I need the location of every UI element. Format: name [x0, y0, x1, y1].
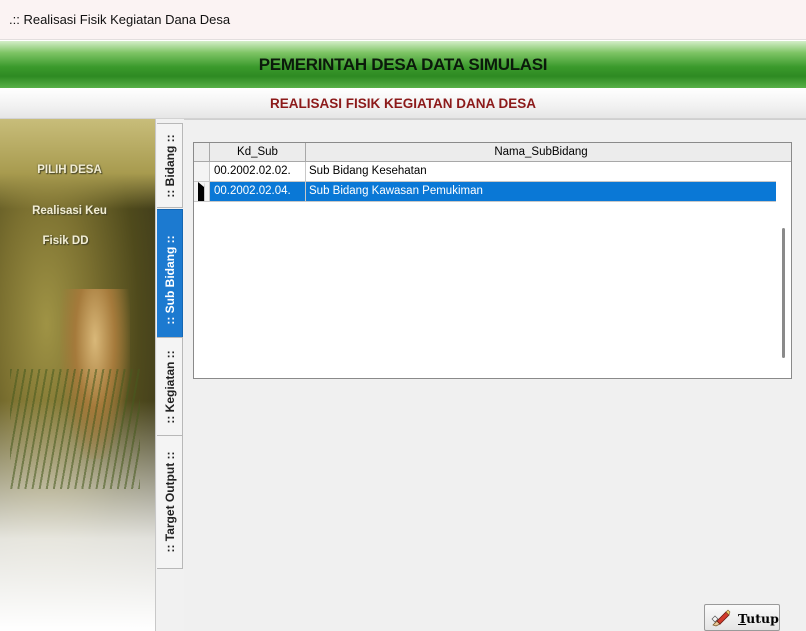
tab-target-output[interactable]: :: Target Output ::	[157, 435, 183, 569]
cell-kd-sub[interactable]: 00.2002.02.04.	[210, 182, 306, 201]
table-row-selected[interactable]: 00.2002.02.04. Sub Bidang Kawasan Pemuki…	[194, 182, 776, 202]
cell-kd-sub[interactable]: 00.2002.02.02.	[210, 162, 306, 181]
tab-bidang[interactable]: :: Bidang ::	[157, 123, 183, 208]
tab-kegiatan[interactable]: :: Kegiatan ::	[157, 337, 183, 437]
app-header: PEMERINTAH DESA DATA SIMULASI	[0, 41, 806, 88]
current-row-pointer-icon	[198, 182, 205, 201]
scrollbar-thumb[interactable]	[782, 228, 785, 358]
cell-nama-subbidang[interactable]: Sub Bidang Kesehatan	[306, 162, 776, 181]
tab-kegiatan-label: :: Kegiatan ::	[162, 350, 177, 424]
column-header-kd-sub[interactable]: Kd_Sub	[210, 143, 306, 161]
sidebar-panel: PILIH DESA Realisasi Keu Fisik DD	[0, 119, 155, 631]
page-title: PEMERINTAH DESA DATA SIMULASI	[258, 55, 548, 74]
tab-sub-bidang-label: :: Sub Bidang ::	[162, 234, 177, 325]
content-divider	[184, 119, 806, 120]
grid-vertical-scrollbar[interactable]	[777, 162, 790, 376]
window-titlebar: .:: Realisasi Fisik Kegiatan Dana Desa	[0, 0, 806, 40]
grid-header-indicator	[194, 143, 210, 161]
tab-target-output-label: :: Target Output ::	[162, 451, 177, 553]
close-button[interactable]: Tutup	[704, 604, 780, 631]
grid-header: Kd_Sub Nama_SubBidang	[194, 143, 791, 162]
content-area: Kd_Sub Nama_SubBidang 00.2002.02.02. Sub…	[184, 119, 806, 631]
column-header-nama-subbidang[interactable]: Nama_SubBidang	[306, 143, 776, 161]
row-indicator	[194, 182, 210, 201]
tab-sub-bidang[interactable]: :: Sub Bidang ::	[157, 209, 183, 350]
sidebar-item-pilih-desa[interactable]: PILIH DESA	[0, 164, 147, 176]
tab-bidang-label: :: Bidang ::	[162, 133, 177, 198]
page-subtitle: REALISASI FISIK KEGIATAN DANA DESA	[269, 96, 536, 111]
section-header: REALISASI FISIK KEGIATAN DANA DESA	[0, 88, 806, 119]
sidebar-image-crops	[10, 369, 140, 489]
row-indicator	[194, 162, 210, 181]
sidebar-item-fisik-dd[interactable]: Fisik DD	[0, 235, 143, 247]
sub-bidang-grid[interactable]: Kd_Sub Nama_SubBidang 00.2002.02.02. Sub…	[193, 142, 792, 379]
table-row[interactable]: 00.2002.02.02. Sub Bidang Kesehatan	[194, 162, 776, 182]
cell-nama-subbidang[interactable]: Sub Bidang Kawasan Pemukiman	[306, 182, 776, 201]
vertical-tab-strip: :: Bidang :: :: Sub Bidang :: :: Kegiata…	[155, 119, 185, 631]
close-button-label: Tutup	[738, 611, 779, 626]
window-title: .:: Realisasi Fisik Kegiatan Dana Desa	[9, 12, 231, 27]
sidebar-item-realisasi-keu[interactable]: Realisasi Keu	[0, 205, 147, 217]
pencil-eraser-icon	[711, 609, 731, 627]
